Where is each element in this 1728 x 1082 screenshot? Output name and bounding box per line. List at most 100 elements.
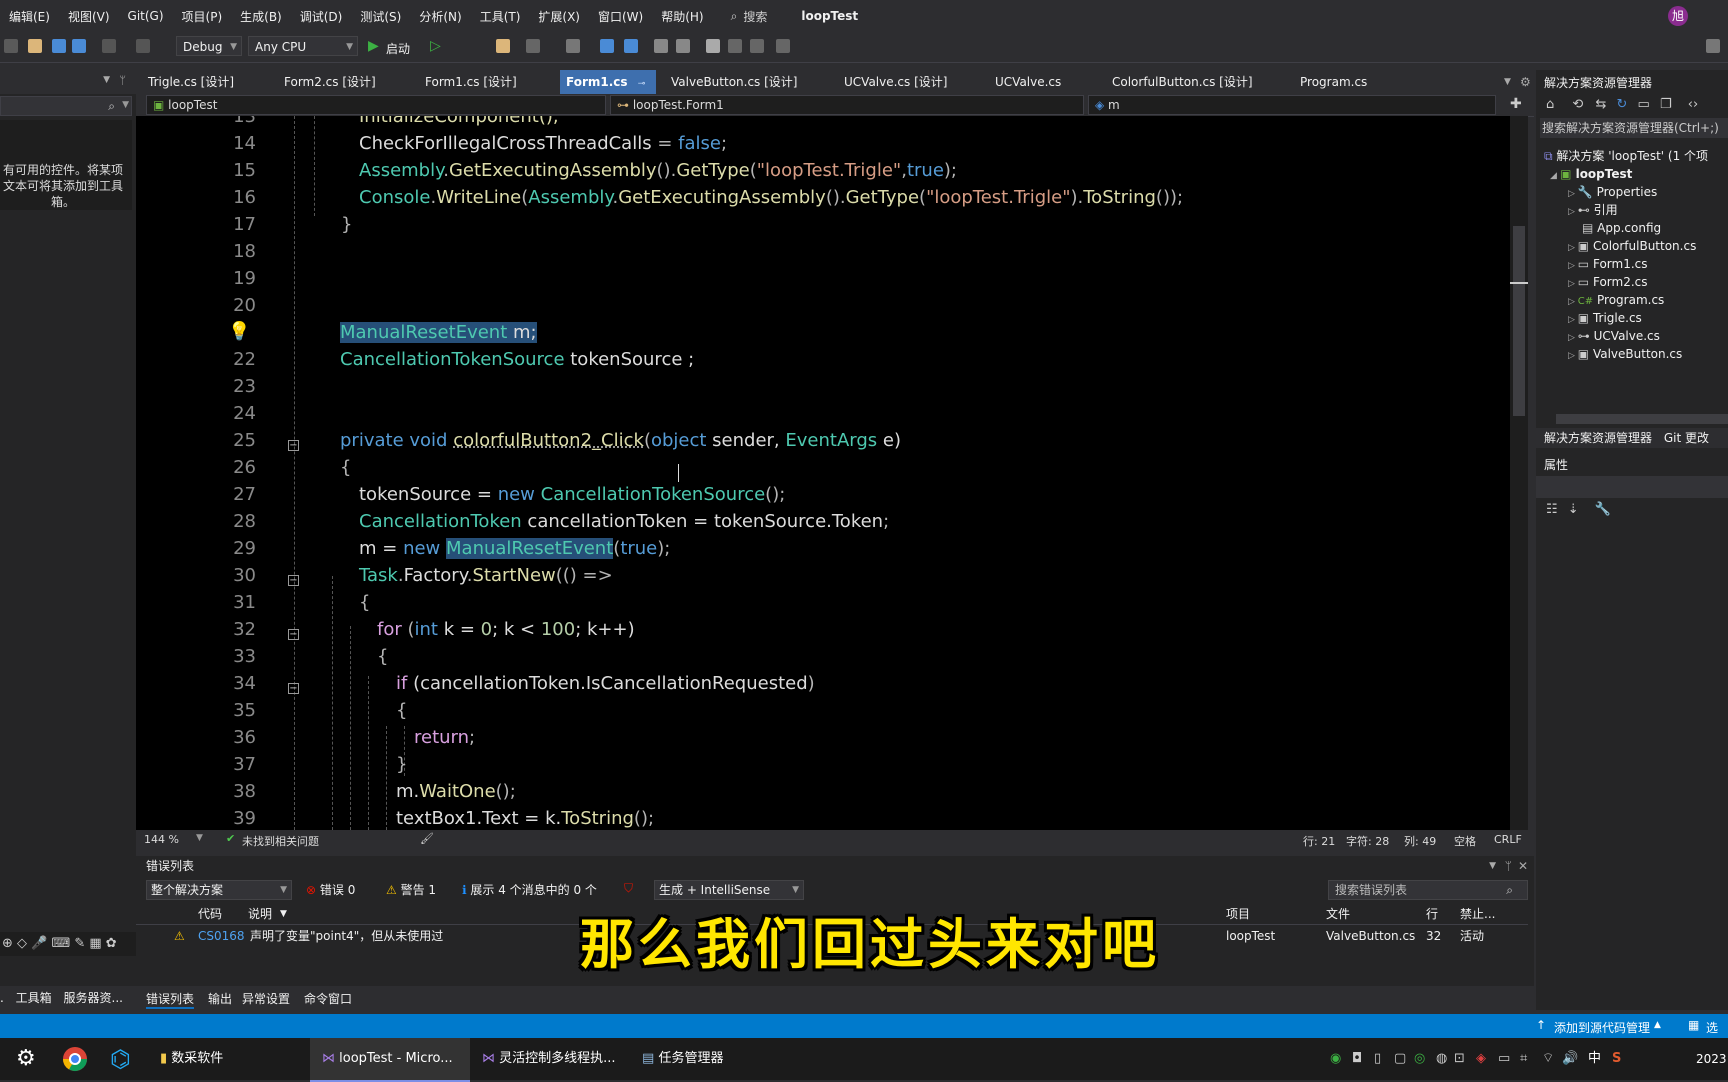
column-suppression[interactable]: 禁止... — [1460, 904, 1495, 924]
menu-help[interactable]: 帮助(H) — [652, 8, 712, 25]
tray-vpn-icon[interactable]: ⊡ — [1454, 1038, 1465, 1080]
bookmark-clear-icon[interactable] — [776, 39, 790, 53]
toolbox-search-input[interactable]: ⌕ ▼ — [0, 96, 132, 116]
column-file[interactable]: 文件 — [1326, 904, 1350, 924]
tree-item-references[interactable]: ▷ ⊷ 引用 — [1568, 200, 1618, 220]
outdent-icon[interactable] — [676, 39, 690, 53]
tab-git-changes[interactable]: Git 更改 — [1656, 431, 1709, 445]
tray-language-indicator[interactable]: 中 — [1588, 1038, 1601, 1080]
tree-item-form1[interactable]: ▷ ▭ Form1.cs — [1568, 254, 1648, 274]
avatar[interactable]: 旭 — [1668, 6, 1688, 26]
tab-form1-active[interactable]: Form1.cs ⊸ ✕ — [560, 70, 656, 115]
tray-nvidia-icon[interactable]: ◉ — [1330, 1038, 1341, 1080]
tray-app-icon[interactable]: ◍ — [1436, 1038, 1447, 1080]
scrollbar-thumb[interactable] — [1513, 226, 1525, 416]
issues-status[interactable]: 未找到相关问题 — [242, 833, 319, 849]
tray-window-icon[interactable]: ▢ — [1394, 1038, 1406, 1080]
pin-icon[interactable]: ⊸ — [632, 79, 646, 89]
vscode-icon[interactable]: ⌬ — [110, 1038, 131, 1080]
chevron-down-icon[interactable]: ▼ — [122, 100, 129, 110]
menu-search-box[interactable]: ⌕ 搜索 — [731, 8, 768, 25]
undo-icon[interactable] — [102, 39, 116, 53]
menu-debug[interactable]: 调试(D) — [291, 8, 352, 25]
window-icon[interactable] — [526, 39, 540, 53]
menu-project[interactable]: 项目(P) — [173, 8, 232, 25]
tab-unknown[interactable]: . — [0, 991, 4, 1005]
column-line[interactable]: 行 — [1426, 904, 1438, 924]
member-nav-select[interactable]: ◈ m — [1088, 95, 1496, 115]
code-editor[interactable]: 13 14 15 16 17 18 19 20 22 23 24 25 26 2… — [136, 116, 1510, 830]
filter-icon[interactable]: ⛉ — [624, 881, 633, 896]
start-without-debug-icon[interactable]: ▷ — [430, 38, 441, 54]
bookmark-next-icon[interactable] — [750, 39, 764, 53]
code-view-icon[interactable]: ‹› — [1676, 97, 1698, 112]
indent-icon[interactable] — [654, 39, 668, 53]
refresh-icon[interactable]: ↻ — [1611, 97, 1628, 112]
folder-icon[interactable] — [496, 39, 510, 53]
project-node[interactable]: ◢ ▣ loopTest — [1550, 164, 1632, 184]
tray-volume-icon[interactable]: 🔊 — [1562, 1038, 1578, 1080]
tray-display-icon[interactable]: ▭ — [1498, 1038, 1510, 1080]
step-icon[interactable] — [600, 39, 614, 53]
tab-ucvalve[interactable]: UCValve.cs — [995, 70, 1061, 94]
build-source-select[interactable]: 生成 + IntelliSense ▼ — [654, 880, 804, 900]
menu-build[interactable]: 生成(B) — [231, 8, 291, 25]
back-icon[interactable] — [4, 39, 18, 53]
menu-extensions[interactable]: 扩展(X) — [529, 8, 589, 25]
whitespace-mode[interactable]: 空格 — [1454, 833, 1476, 849]
dropdown-icon[interactable]: ▼ — [1489, 856, 1496, 876]
tree-item-ucvalve[interactable]: ▷ ⊶ UCValve.cs — [1568, 326, 1660, 346]
add-to-source-control-button[interactable]: 添加到源代码管理 — [1554, 1019, 1650, 1036]
tab-valvebutton-design[interactable]: ValveButton.cs [设计] — [671, 70, 798, 94]
save-all-icon[interactable] — [72, 39, 86, 53]
tab-trigle-design[interactable]: Trigle.cs [设计] — [148, 70, 234, 94]
tree-item-trigle[interactable]: ▷ ▣ Trigle.cs — [1568, 308, 1642, 328]
menu-test[interactable]: 测试(S) — [351, 8, 410, 25]
tray-battery-icon[interactable]: ▯ — [1374, 1038, 1381, 1080]
close-icon[interactable]: ✕ — [1518, 856, 1528, 876]
copy-icon[interactable]: ❐ — [1654, 97, 1672, 112]
class-nav-select[interactable]: ⊶ loopTest.Form1 — [610, 95, 1084, 115]
taskbar-app-data-software[interactable]: ▮ 数采软件 — [160, 1038, 223, 1080]
tab-ucvalve-design[interactable]: UCValve.cs [设计] — [844, 70, 947, 94]
tab-server-explorer[interactable]: 服务器资... — [56, 991, 123, 1005]
tray-ime-icon[interactable]: ⌗ — [1520, 1038, 1527, 1080]
menu-analyze[interactable]: 分析(N) — [410, 8, 470, 25]
input-method-bar[interactable]: ⊕ ◇ 🎤 ⌨ ✎ ▦ ✿ — [0, 932, 136, 956]
dropdown-icon[interactable]: ▼ — [103, 75, 110, 85]
tab-output[interactable]: 输出 — [208, 990, 232, 1007]
tree-item-appconfig[interactable]: ▤ App.config — [1582, 218, 1661, 238]
column-project[interactable]: 项目 — [1226, 904, 1250, 924]
fold-collapse-icon[interactable]: − — [288, 629, 299, 640]
live-share-icon[interactable] — [1706, 39, 1720, 53]
tree-item-program[interactable]: ▷ C# Program.cs — [1568, 290, 1664, 310]
history-icon[interactable]: ⟲ — [1558, 97, 1583, 112]
layout-icon[interactable] — [624, 39, 638, 53]
project-nav-select[interactable]: ▣ loopTest — [146, 95, 606, 115]
tab-colorfulbutton-design[interactable]: ColorfulButton.cs [设计] — [1112, 70, 1253, 94]
line-ending[interactable]: CRLF — [1494, 833, 1522, 846]
column-description[interactable]: 说明 — [248, 904, 272, 924]
pin-icon[interactable]: ᛘ — [119, 74, 126, 87]
tab-list-dropdown-icon[interactable]: ▼ — [1504, 70, 1511, 94]
errors-filter-button[interactable]: ⊗ 错误 0 — [306, 880, 355, 900]
chevron-down-icon[interactable]: ▼ — [196, 833, 203, 843]
home-icon[interactable]: ⌂ — [1536, 97, 1554, 112]
tree-item-colorfulbutton[interactable]: ▷ ▣ ColorfulButton.cs — [1568, 236, 1696, 256]
editor-vertical-scrollbar[interactable] — [1510, 116, 1528, 830]
taskbar-app-vs-2[interactable]: ⋈ 灵活控制多线程执... — [482, 1038, 616, 1080]
warnings-filter-button[interactable]: ⚠ 警告 1 — [386, 880, 436, 900]
tree-item-form2[interactable]: ▷ ▭ Form2.cs — [1568, 272, 1648, 292]
tab-form2-design[interactable]: Form2.cs [设计] — [284, 70, 376, 94]
menu-view[interactable]: 视图(V) — [59, 8, 119, 25]
lightbulb-icon[interactable]: 💡 — [228, 321, 250, 342]
cleanup-brush-icon[interactable]: 🖌 — [420, 832, 434, 845]
start-button[interactable]: 启动 — [386, 40, 410, 57]
categorized-icon[interactable]: ☷ — [1546, 502, 1558, 517]
column-code[interactable]: 代码 — [198, 904, 222, 924]
open-folder-icon[interactable] — [28, 39, 42, 53]
tab-command-window[interactable]: 命令窗口 — [304, 990, 352, 1007]
tree-item-properties[interactable]: ▷ 🔧 Properties — [1568, 182, 1657, 202]
clock-year[interactable]: 2023 — [1696, 1038, 1727, 1080]
chrome-icon[interactable] — [62, 1038, 88, 1080]
